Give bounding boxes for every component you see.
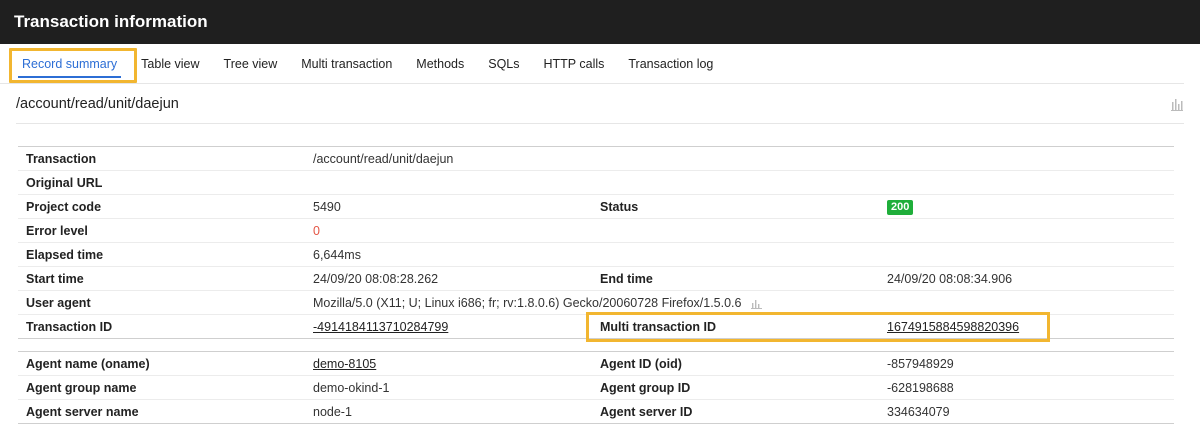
transaction-id-link[interactable]: -4914184113710284799: [313, 320, 448, 334]
start-time-value: 24/09/20 08:08:28.262: [305, 266, 592, 291]
elapsed-time-label: Elapsed time: [18, 242, 305, 267]
tab-bar: Record summary Table view Tree view Mult…: [0, 44, 1184, 84]
tab-tree-view[interactable]: Tree view: [212, 44, 290, 84]
table-row: Elapsed time 6,644ms: [18, 242, 1174, 267]
agent-server-id-value: 334634079: [879, 399, 1174, 424]
status-badge: 200: [887, 199, 914, 215]
tab-methods[interactable]: Methods: [404, 44, 476, 84]
transaction-id-label: Transaction ID: [18, 314, 305, 339]
agent-info-table: Agent name (oname) demo-8105 Agent ID (o…: [18, 351, 1174, 424]
agent-group-id-label: Agent group ID: [592, 375, 879, 400]
agent-name-link[interactable]: demo-8105: [313, 357, 376, 371]
table-row: Transaction ID -4914184113710284799 Mult…: [18, 314, 1174, 339]
window-title-text: Transaction information: [14, 12, 208, 31]
agent-name-label: Agent name (oname): [18, 351, 305, 376]
window-title: Transaction information: [0, 0, 1200, 44]
tab-multi-transaction[interactable]: Multi transaction: [289, 44, 404, 84]
tab-http-calls[interactable]: HTTP calls: [532, 44, 617, 84]
error-level-value: 0: [305, 218, 1174, 243]
status-label: Status: [592, 194, 879, 219]
table-row: Agent name (oname) demo-8105 Agent ID (o…: [18, 351, 1174, 376]
project-code-value: 5490: [305, 194, 592, 219]
agent-server-name-label: Agent server name: [18, 399, 305, 424]
table-row: Agent server name node-1 Agent server ID…: [18, 399, 1174, 424]
project-code-label: Project code: [18, 194, 305, 219]
elapsed-time-value: 6,644ms: [305, 242, 1174, 267]
user-agent-value: Mozilla/5.0 (X11; U; Linux i686; fr; rv:…: [313, 295, 742, 310]
transaction-value: /account/read/unit/daejun: [305, 146, 1174, 171]
agent-server-id-label: Agent server ID: [592, 399, 879, 424]
bar-chart-icon[interactable]: [1170, 97, 1184, 111]
agent-name-cell: demo-8105: [305, 351, 592, 376]
page-title: /account/read/unit/daejun: [16, 95, 179, 112]
table-row: User agent Mozilla/5.0 (X11; U; Linux i6…: [18, 290, 1174, 315]
original-url-label: Original URL: [18, 170, 305, 195]
table-row: Agent group name demo-okind-1 Agent grou…: [18, 375, 1174, 400]
tab-table-view[interactable]: Table view: [129, 44, 211, 84]
table-row: Start time 24/09/20 08:08:28.262 End tim…: [18, 266, 1174, 291]
bar-chart-icon[interactable]: [750, 298, 762, 310]
agent-group-name-value: demo-okind-1: [305, 375, 592, 400]
end-time-value: 24/09/20 08:08:34.906: [879, 266, 1174, 291]
agent-id-label: Agent ID (oid): [592, 351, 879, 376]
end-time-label: End time: [592, 266, 879, 291]
tab-record-summary[interactable]: Record summary: [10, 44, 129, 84]
transaction-summary-table: Transaction /account/read/unit/daejun Or…: [18, 146, 1174, 339]
start-time-label: Start time: [18, 266, 305, 291]
multi-transaction-id-cell: 1674915884598820396: [879, 314, 1174, 339]
tab-transaction-log[interactable]: Transaction log: [616, 44, 725, 84]
original-url-value: [305, 170, 1174, 195]
agent-group-id-value: -628198688: [879, 375, 1174, 400]
agent-server-name-value: node-1: [305, 399, 592, 424]
multi-transaction-id-label: Multi transaction ID: [592, 314, 879, 339]
transaction-label: Transaction: [18, 146, 305, 171]
user-agent-cell: Mozilla/5.0 (X11; U; Linux i686; fr; rv:…: [305, 290, 1174, 315]
table-row: Transaction /account/read/unit/daejun: [18, 146, 1174, 171]
path-bar: /account/read/unit/daejun: [16, 84, 1184, 124]
multi-transaction-id-link[interactable]: 1674915884598820396: [887, 320, 1019, 334]
agent-group-name-label: Agent group name: [18, 375, 305, 400]
agent-id-value: -857948929: [879, 351, 1174, 376]
table-row: Project code 5490 Status 200: [18, 194, 1174, 219]
table-row: Original URL: [18, 170, 1174, 195]
status-cell: 200: [879, 194, 1174, 219]
error-level-label: Error level: [18, 218, 305, 243]
transaction-id-cell: -4914184113710284799: [305, 314, 592, 339]
table-row: Error level 0: [18, 218, 1174, 243]
tab-sqls[interactable]: SQLs: [476, 44, 531, 84]
user-agent-label: User agent: [18, 290, 305, 315]
